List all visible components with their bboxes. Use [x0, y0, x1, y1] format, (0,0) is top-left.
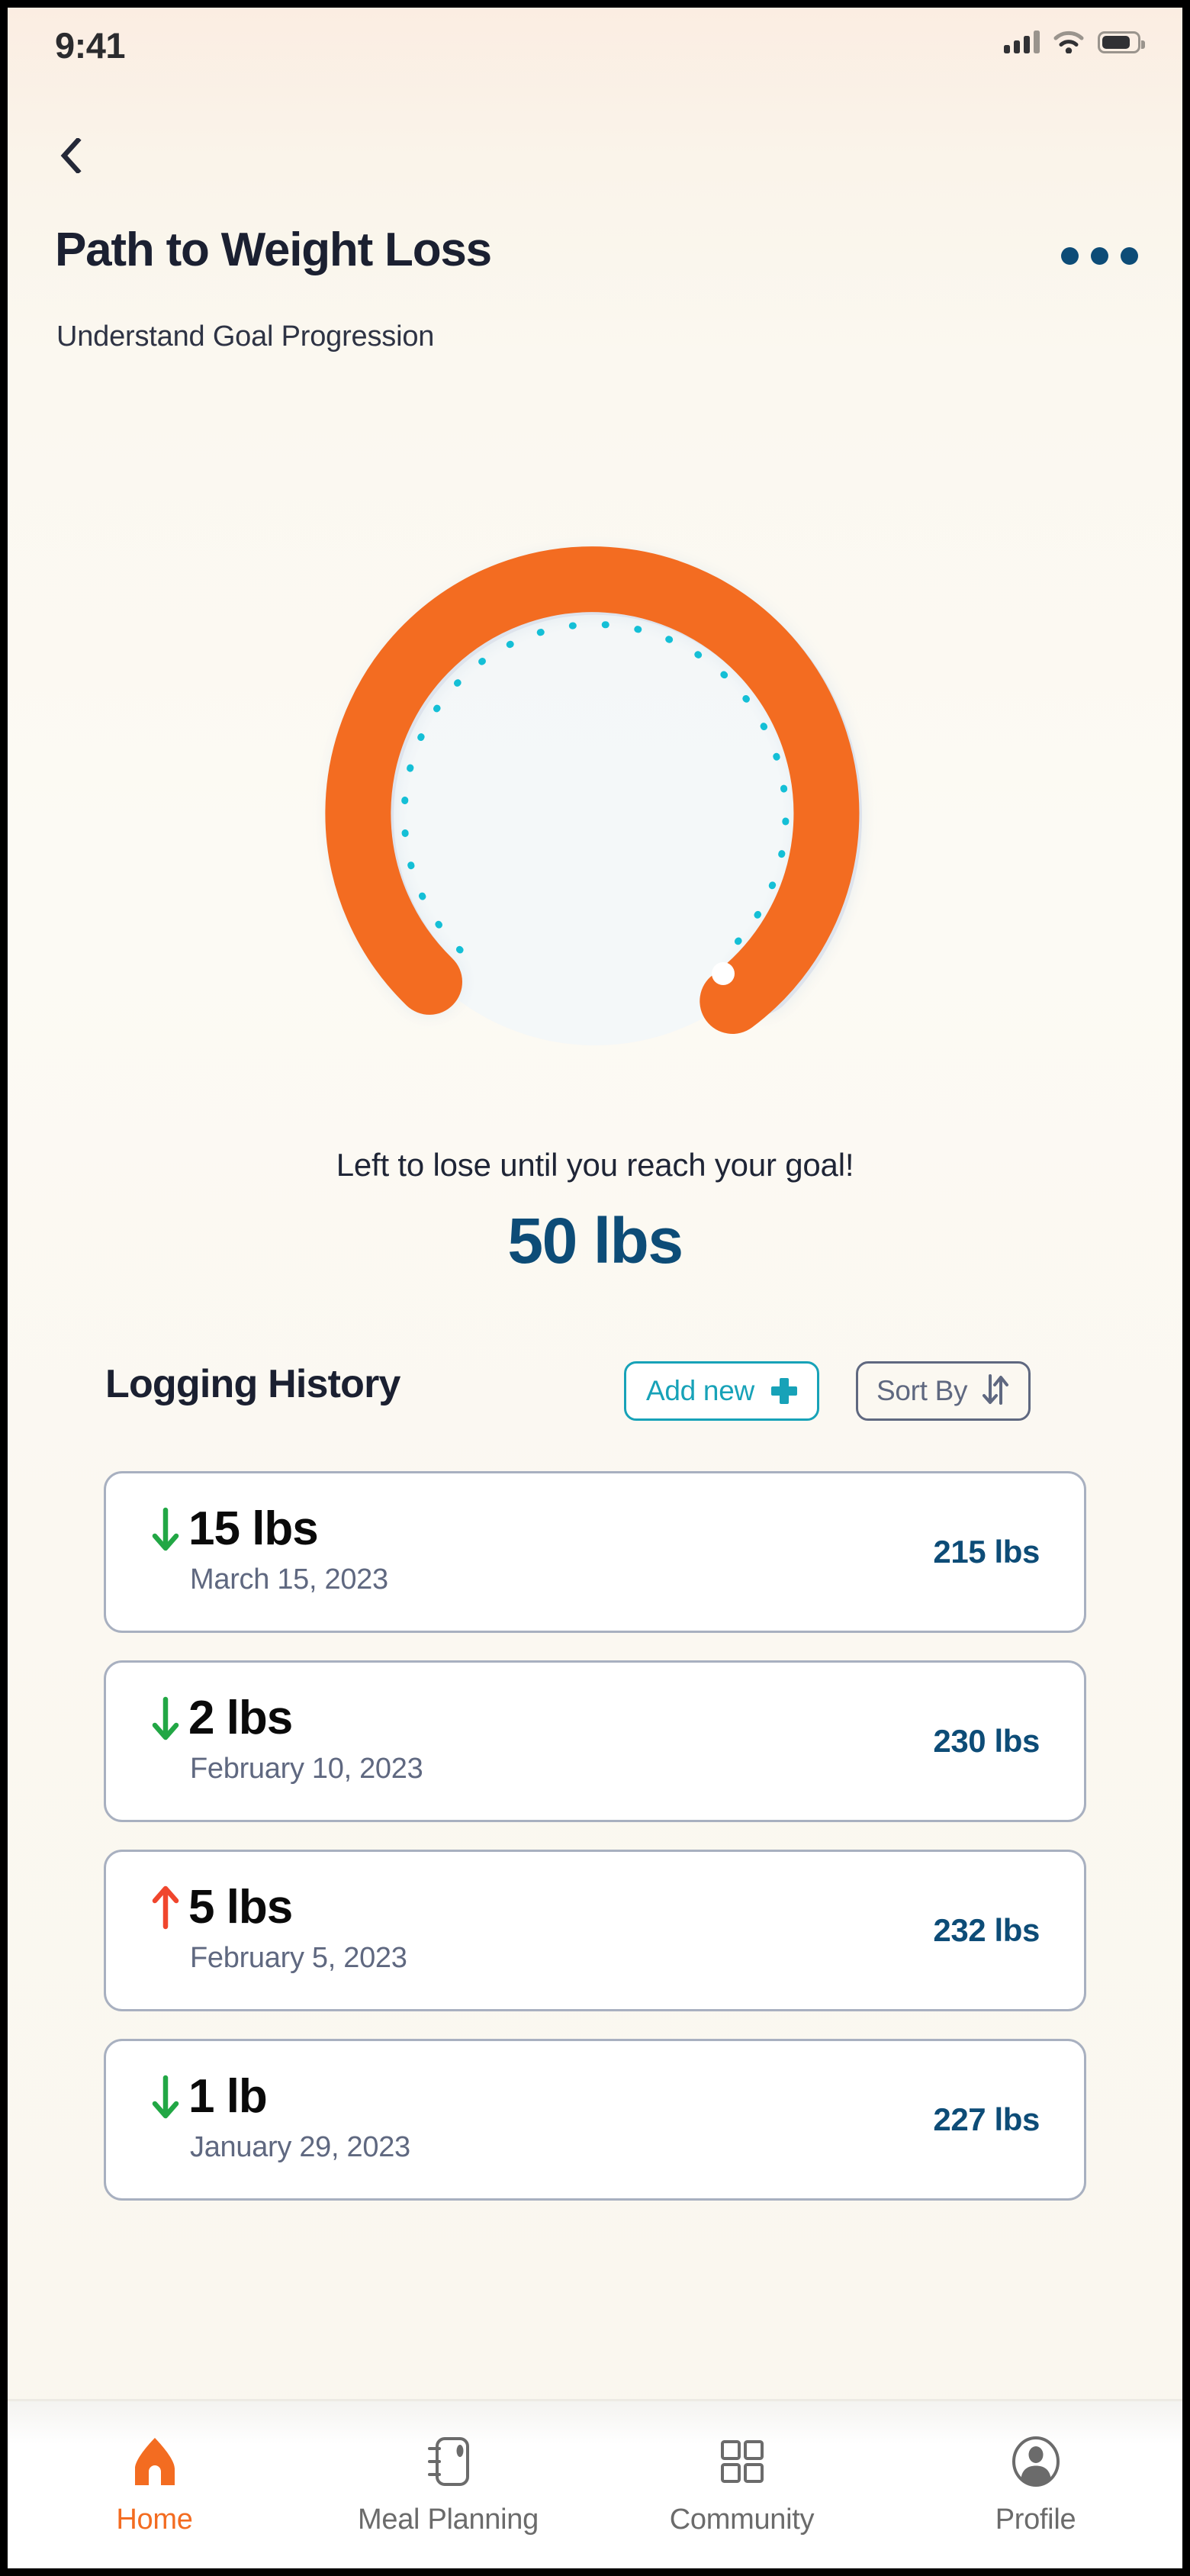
home-icon: [130, 2433, 179, 2490]
log-entry-main: 1 lb January 29, 2023: [150, 2073, 410, 2164]
status-bar-clock: 9:41: [55, 25, 126, 66]
plus-icon: [770, 1378, 797, 1404]
arrow-down-icon: [152, 1507, 179, 1551]
log-entry-delta: 2 lbs: [188, 1692, 293, 1744]
sort-arrows-icon: [981, 1373, 1010, 1410]
table-row[interactable]: 5 lbs February 5, 2023 232 lbs: [104, 1850, 1086, 2011]
arrow-down-icon: [152, 2075, 179, 2119]
log-entry-date: February 5, 2023: [190, 1942, 407, 1974]
log-entry-total: 230 lbs: [933, 1723, 1040, 1759]
log-entry-delta: 5 lbs: [188, 1881, 293, 1934]
nav-label-profile: Profile: [995, 2504, 1076, 2536]
table-row[interactable]: 2 lbs February 10, 2023 230 lbs: [104, 1660, 1086, 1822]
battery-icon: [1098, 31, 1145, 53]
log-entry-main: 2 lbs February 10, 2023: [150, 1695, 423, 1785]
more-options-icon: [1091, 247, 1108, 265]
sort-by-label: Sort By: [876, 1375, 968, 1406]
goal-progress-gauge: Left to lose until you reach your goal! …: [8, 435, 1182, 1305]
arrow-down-icon: [152, 1696, 179, 1740]
gauge-center-readout: Left to lose until you reach your goal! …: [328, 1145, 862, 1278]
log-entry-total: 232 lbs: [933, 1912, 1040, 1948]
logging-history-title: Logging History: [105, 1362, 400, 1406]
more-options-button[interactable]: [1057, 237, 1143, 275]
more-options-icon: [1121, 247, 1138, 265]
log-entry-main: 5 lbs February 5, 2023: [150, 1884, 407, 1975]
gauge-thumb[interactable]: [712, 962, 735, 985]
more-options-icon: [1061, 247, 1079, 265]
nav-item-community[interactable]: Community: [595, 2433, 889, 2536]
page-subtitle: Understand Goal Progression: [56, 320, 435, 353]
sort-by-button[interactable]: Sort By: [856, 1361, 1031, 1421]
log-entry-delta-row: 15 lbs: [150, 1505, 388, 1553]
log-entry-delta-row: 1 lb: [150, 2073, 410, 2120]
bottom-navigation-bar: Home Meal Planning Community Profile: [8, 2399, 1182, 2568]
cellular-signal-icon: [1004, 31, 1040, 53]
log-entry-main: 15 lbs March 15, 2023: [150, 1505, 388, 1596]
back-button[interactable]: [47, 134, 95, 181]
status-bar-icons: [1004, 31, 1145, 54]
gauge-value: 50 lbs: [507, 1204, 683, 1277]
log-entry-date: March 15, 2023: [190, 1563, 388, 1596]
nav-label-meal-planning: Meal Planning: [358, 2504, 539, 2536]
table-row[interactable]: 1 lb January 29, 2023 227 lbs: [104, 2039, 1086, 2201]
table-row[interactable]: 15 lbs March 15, 2023 215 lbs: [104, 1471, 1086, 1633]
nav-item-profile[interactable]: Profile: [889, 2433, 1182, 2536]
nav-item-meal-planning[interactable]: Meal Planning: [301, 2433, 595, 2536]
user-circle-icon: [1011, 2433, 1061, 2490]
nav-label-community: Community: [669, 2504, 815, 2536]
log-entry-delta-row: 2 lbs: [150, 1695, 423, 1742]
log-entry-date: February 10, 2023: [190, 1753, 423, 1785]
arrow-up-icon: [152, 1885, 179, 1930]
add-new-button[interactable]: Add new: [624, 1361, 819, 1421]
nav-item-home[interactable]: Home: [8, 2433, 301, 2536]
log-entry-delta: 1 lb: [188, 2070, 268, 2123]
gauge-label: Left to lose until you reach your goal!: [336, 1147, 854, 1183]
nav-label-home: Home: [116, 2504, 193, 2536]
back-chevron-icon: [60, 136, 82, 177]
log-entry-delta-row: 5 lbs: [150, 1884, 407, 1931]
phone-screen: 9:41 Path to Weight Loss Understand Goal…: [8, 8, 1182, 2568]
log-entry-total: 215 lbs: [933, 1534, 1040, 1570]
notebook-icon: [426, 2433, 471, 2490]
log-entry-date: January 29, 2023: [190, 2131, 410, 2163]
grid-icon: [719, 2433, 766, 2490]
add-new-label: Add new: [646, 1375, 754, 1406]
logging-history-header: Logging History Add new Sort By: [8, 1361, 1182, 1433]
log-entry-total: 227 lbs: [933, 2101, 1040, 2137]
wifi-icon: [1053, 31, 1084, 54]
log-entry-delta: 15 lbs: [188, 1502, 319, 1555]
page-title: Path to Weight Loss: [55, 224, 492, 276]
status-bar: 9:41: [8, 8, 1182, 92]
logging-history-list: 15 lbs March 15, 2023 215 lbs 2 lbs Febr…: [8, 1471, 1182, 2228]
